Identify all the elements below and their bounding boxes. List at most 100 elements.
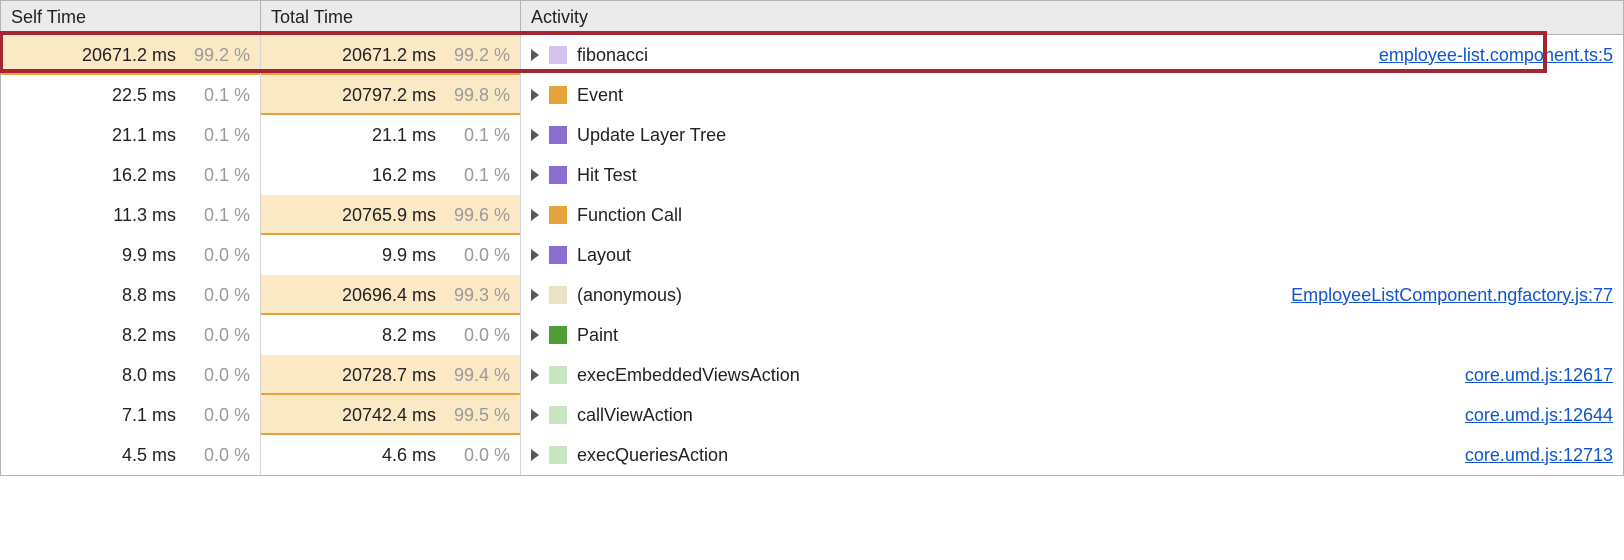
category-swatch-icon: [549, 46, 567, 64]
activity-cell: callViewAction core.umd.js:12644: [521, 395, 1623, 435]
total-time-pct: 99.8 %: [448, 85, 510, 106]
category-swatch-icon: [549, 326, 567, 344]
disclosure-triangle-icon[interactable]: [531, 49, 539, 61]
activity-label: Function Call: [577, 205, 682, 226]
activity-label: Event: [577, 85, 623, 106]
self-time-ms: 16.2 ms: [64, 165, 176, 186]
activity-cell: Layout: [521, 235, 1623, 275]
activity-cell: fibonacciemployee-list.component.ts:5: [521, 35, 1623, 75]
total-time-ms: 9.9 ms: [324, 245, 436, 266]
self-time-pct: 99.2 %: [188, 45, 250, 66]
total-time-pct: 99.5 %: [448, 405, 510, 426]
self-time-cell: 11.3 ms 0.1 %: [1, 195, 261, 235]
self-time-cell: 20671.2 ms 99.2 %: [1, 35, 261, 75]
disclosure-triangle-icon[interactable]: [531, 249, 539, 261]
total-time-pct: 99.6 %: [448, 205, 510, 226]
self-time-pct: 0.1 %: [188, 205, 250, 226]
total-time-pct: 0.0 %: [448, 325, 510, 346]
self-time-pct: 0.1 %: [188, 85, 250, 106]
total-time-pct: 99.2 %: [448, 45, 510, 66]
self-time-cell: 21.1 ms0.1 %: [1, 115, 261, 155]
self-time-cell: 16.2 ms0.1 %: [1, 155, 261, 195]
self-time-ms: 11.3 ms: [64, 205, 176, 226]
total-time-cell: 9.9 ms 0.0 %: [261, 235, 521, 275]
profiler-table: Self Time Total Time Activity 20671.2 ms…: [0, 0, 1624, 476]
disclosure-triangle-icon[interactable]: [531, 209, 539, 221]
disclosure-triangle-icon[interactable]: [531, 369, 539, 381]
self-time-cell: 7.1 ms0.0 %: [1, 395, 261, 435]
disclosure-triangle-icon[interactable]: [531, 449, 539, 461]
self-time-ms: 8.8 ms: [64, 285, 176, 306]
self-time-ms: 21.1 ms: [64, 125, 176, 146]
category-swatch-icon: [549, 166, 567, 184]
self-time-pct: 0.0 %: [188, 445, 250, 466]
column-header-total-time[interactable]: Total Time: [261, 1, 521, 34]
total-time-cell: 16.2 ms0.1 %: [261, 155, 521, 195]
activity-cell: Paint: [521, 315, 1623, 355]
disclosure-triangle-icon[interactable]: [531, 89, 539, 101]
activity-cell: (anonymous)EmployeeListComponent.ngfacto…: [521, 275, 1623, 315]
total-time-ms: 20728.7 ms: [324, 365, 436, 386]
source-link[interactable]: employee-list.component.ts:5: [1379, 45, 1613, 66]
total-time-cell: 4.6 ms0.0 %: [261, 435, 521, 475]
activity-cell: Hit Test: [521, 155, 1623, 195]
activity-cell: Function Call: [521, 195, 1623, 235]
disclosure-triangle-icon[interactable]: [531, 289, 539, 301]
activity-label: execEmbeddedViewsAction: [577, 365, 800, 386]
activity-cell: Event: [521, 75, 1623, 115]
total-time-cell: 20728.7 ms99.4 %: [261, 355, 521, 395]
source-link[interactable]: core.umd.js:12713: [1465, 445, 1613, 466]
category-swatch-icon: [549, 286, 567, 304]
table-row[interactable]: 16.2 ms0.1 %16.2 ms0.1 %Hit Test: [1, 155, 1623, 195]
table-row[interactable]: 20671.2 ms 99.2 % 20671.2 ms 99.2 % fibonacc…: [1, 35, 1623, 75]
table-header-row: Self Time Total Time Activity: [1, 1, 1623, 35]
self-time-cell: 4.5 ms0.0 %: [1, 435, 261, 475]
disclosure-triangle-icon[interactable]: [531, 409, 539, 421]
source-link[interactable]: core.umd.js:12617: [1465, 365, 1613, 386]
self-time-cell: 9.9 ms0.0 %: [1, 235, 261, 275]
self-time-pct: 0.0 %: [188, 245, 250, 266]
category-swatch-icon: [549, 406, 567, 424]
total-time-cell: 20696.4 ms99.3 %: [261, 275, 521, 315]
disclosure-triangle-icon[interactable]: [531, 329, 539, 341]
table-row[interactable]: 8.2 ms 0.0 % 8.2 ms 0.0 % Paint: [1, 315, 1623, 355]
table-row[interactable]: 7.1 ms0.0 %20742.4 ms99.5 %callViewActio…: [1, 395, 1623, 435]
total-time-ms: 20671.2 ms: [324, 45, 436, 66]
self-time-cell: 22.5 ms 0.1 %: [1, 75, 261, 115]
table-row[interactable]: 21.1 ms0.1 %21.1 ms0.1 %Update Layer Tre…: [1, 115, 1623, 155]
total-time-pct: 0.0 %: [448, 445, 510, 466]
self-time-ms: 8.0 ms: [64, 365, 176, 386]
self-time-pct: 0.0 %: [188, 325, 250, 346]
source-link[interactable]: EmployeeListComponent.ngfactory.js:77: [1291, 285, 1613, 306]
source-link[interactable]: core.umd.js:12644: [1465, 405, 1613, 426]
self-time-ms: 22.5 ms: [64, 85, 176, 106]
table-row[interactable]: 8.8 ms 0.0 % 20696.4 ms99.3 %(anonymous)Em…: [1, 275, 1623, 315]
column-header-self-time[interactable]: Self Time: [1, 1, 261, 34]
total-time-ms: 8.2 ms: [324, 325, 436, 346]
table-row[interactable]: 8.0 ms 0.0 % 20728.7 ms99.4 % execEmbeddedV…: [1, 355, 1623, 395]
category-swatch-icon: [549, 366, 567, 384]
self-time-ms: 8.2 ms: [64, 325, 176, 346]
disclosure-triangle-icon[interactable]: [531, 129, 539, 141]
disclosure-triangle-icon[interactable]: [531, 169, 539, 181]
table-row[interactable]: 11.3 ms0.1 %20765.9 ms99.6 %Function Cal…: [1, 195, 1623, 235]
activity-label: Hit Test: [577, 165, 637, 186]
total-time-cell: 20671.2 ms 99.2 %: [261, 35, 521, 75]
total-time-pct: 0.1 %: [448, 165, 510, 186]
table-row[interactable]: 9.9 ms0.0 %9.9 ms0.0 %Layout: [1, 235, 1623, 275]
self-time-pct: 0.0 %: [188, 285, 250, 306]
self-time-pct: 0.0 %: [188, 365, 250, 386]
total-time-ms: 20696.4 ms: [324, 285, 436, 306]
activity-label: callViewAction: [577, 405, 693, 426]
category-swatch-icon: [549, 86, 567, 104]
table-row[interactable]: 22.5 ms0.1 %20797.2 ms99.8 %Event: [1, 75, 1623, 115]
total-time-ms: 21.1 ms: [324, 125, 436, 146]
table-row[interactable]: 4.5 ms0.0 %4.6 ms0.0 %execQueriesActionc…: [1, 435, 1623, 475]
total-time-pct: 0.0 %: [448, 245, 510, 266]
self-time-ms: 20671.2 ms: [64, 45, 176, 66]
category-swatch-icon: [549, 446, 567, 464]
activity-cell: Update Layer Tree: [521, 115, 1623, 155]
column-header-activity[interactable]: Activity: [521, 1, 1623, 34]
total-time-cell: 21.1 ms0.1 %: [261, 115, 521, 155]
category-swatch-icon: [549, 126, 567, 144]
